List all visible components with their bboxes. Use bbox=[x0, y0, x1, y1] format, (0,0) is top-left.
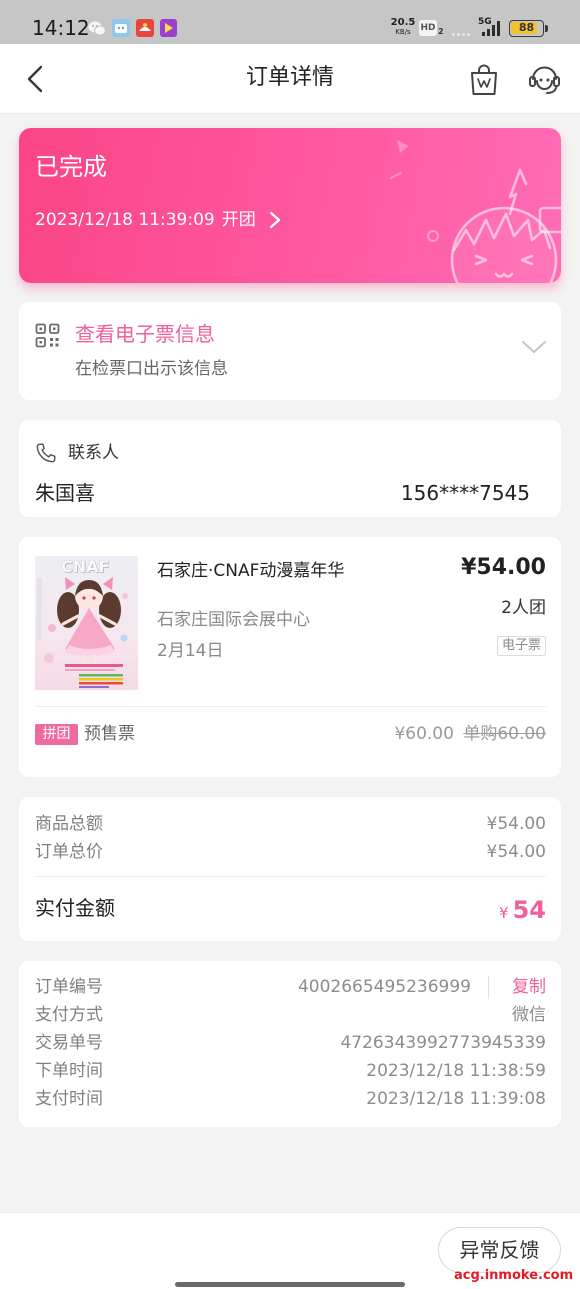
hd-sim-number: 2 bbox=[438, 27, 444, 36]
battery-icon: 88 bbox=[509, 20, 544, 37]
mascot-illustration bbox=[450, 168, 561, 283]
goods-total-label: 商品总额 bbox=[35, 814, 103, 834]
event-poster: CNAF bbox=[35, 556, 138, 690]
paid-amount-label: 实付金额 bbox=[35, 896, 115, 920]
e-ticket-hint: 在检票口出示该信息 bbox=[75, 359, 228, 379]
summary-row-order-total: 订单总价 ¥54.00 bbox=[19, 841, 561, 863]
order-info-row-payment-method: 支付方式 微信 bbox=[19, 1004, 561, 1026]
order-info-row-order-number: 订单编号 4002665495236999 复制 bbox=[19, 976, 561, 999]
divider bbox=[35, 706, 546, 707]
home-indicator[interactable] bbox=[175, 1282, 405, 1287]
poster-artwork bbox=[35, 556, 138, 690]
order-number-label: 订单编号 bbox=[35, 977, 103, 997]
chevron-right-icon bbox=[269, 211, 280, 229]
order-info-row-payment-time: 支付时间 2023/12/18 11:39:08 bbox=[19, 1088, 561, 1110]
nav-header: 订单详情 bbox=[0, 44, 580, 114]
wechat-icon bbox=[88, 21, 106, 36]
ticket-type-badge: 电子票 bbox=[496, 636, 546, 656]
group-open-time-link[interactable]: 2023/12/18 11:39:09 开团 bbox=[35, 209, 282, 231]
transaction-number-value: 4726343992773945339 bbox=[340, 1033, 546, 1053]
copy-separator bbox=[488, 976, 489, 999]
copy-button[interactable]: 复制 bbox=[512, 976, 546, 998]
e-ticket-title: 查看电子票信息 bbox=[75, 322, 215, 346]
network-type: 5G bbox=[478, 17, 492, 27]
event-venue: 石家庄国际会展中心 bbox=[157, 610, 310, 630]
battery-tip bbox=[545, 25, 548, 32]
order-status-card: 已完成 2023/12/18 11:39:09 开团 bbox=[19, 128, 561, 283]
single-buy-price: 单购60.00 bbox=[463, 724, 546, 744]
product-card[interactable]: CNAF 石家庄·CNAF动漫嘉年华 ¥54.00 2人团 石家庄国际会展中心 … bbox=[19, 537, 561, 777]
order-total-label: 订单总价 bbox=[35, 842, 103, 862]
summary-row-goods-total: 商品总额 ¥54.00 bbox=[19, 813, 561, 835]
payment-time-label: 支付时间 bbox=[35, 1089, 103, 1109]
app-icon-purple bbox=[160, 19, 177, 37]
order-time-label: 下单时间 bbox=[35, 1061, 103, 1081]
phone-icon bbox=[36, 443, 56, 463]
paid-amount: ¥ 54 bbox=[499, 895, 546, 925]
app-icon-red bbox=[136, 19, 154, 37]
payment-method-value: 微信 bbox=[512, 1005, 546, 1025]
feedback-button[interactable]: 异常反馈 bbox=[438, 1227, 561, 1273]
payment-time-value: 2023/12/18 11:39:08 bbox=[366, 1089, 546, 1109]
event-date: 2月14日 bbox=[157, 641, 224, 661]
shopping-bag-icon[interactable] bbox=[468, 63, 500, 96]
order-status: 已完成 bbox=[35, 153, 107, 181]
payment-method-label: 支付方式 bbox=[35, 1005, 103, 1025]
order-info-card: 订单编号 4002665495236999 复制 支付方式 微信 交易单号 47… bbox=[19, 961, 561, 1127]
ticket-price-row: ¥60.00 单购60.00 bbox=[394, 723, 546, 745]
status-time: 14:12 bbox=[32, 16, 90, 40]
contact-phone: 156****7545 bbox=[400, 481, 530, 505]
qr-code-icon bbox=[35, 323, 60, 348]
watermark: acg.inmoke.com bbox=[454, 1268, 574, 1283]
group-open-time: 2023/12/18 11:39:09 bbox=[35, 210, 215, 230]
group-size: 2人团 bbox=[501, 598, 546, 618]
group-open-label: 开团 bbox=[221, 210, 256, 230]
goods-total-value: ¥54.00 bbox=[486, 814, 546, 834]
poster-logo-text: CNAF bbox=[61, 557, 110, 576]
app-icon-blue bbox=[112, 19, 130, 37]
ticket-price: ¥60.00 bbox=[394, 724, 454, 744]
divider bbox=[35, 876, 546, 877]
order-info-row-order-time: 下单时间 2023/12/18 11:38:59 bbox=[19, 1060, 561, 1082]
network-speed-unit: KB/s bbox=[395, 28, 411, 36]
e-ticket-card[interactable]: 查看电子票信息 在检票口出示该信息 bbox=[19, 302, 561, 400]
customer-service-icon[interactable] bbox=[527, 63, 562, 96]
status-bar: 14:12 20.5 KB/s HD 2 5G 88 bbox=[0, 0, 580, 44]
contact-name: 朱国喜 bbox=[35, 481, 95, 505]
price-summary-card: 商品总额 ¥54.00 订单总价 ¥54.00 实付金额 ¥ 54 bbox=[19, 797, 561, 941]
order-total-value: ¥54.00 bbox=[486, 842, 546, 862]
order-number-value: 4002665495236999 bbox=[297, 977, 471, 997]
contact-card: 联系人 朱国喜 156****7545 bbox=[19, 420, 561, 517]
network-speed: 20.5 bbox=[390, 17, 416, 28]
paid-amount-value: 54 bbox=[512, 896, 546, 924]
group-buy-tag: 拼团 bbox=[35, 724, 78, 745]
ticket-name: 预售票 bbox=[84, 724, 135, 744]
product-price: ¥54.00 bbox=[461, 555, 546, 580]
transaction-number-label: 交易单号 bbox=[35, 1033, 103, 1053]
hd-voice-badge: HD bbox=[419, 20, 437, 36]
battery-level: 88 bbox=[518, 21, 535, 34]
order-time-value: 2023/12/18 11:38:59 bbox=[366, 1061, 546, 1081]
paid-currency: ¥ bbox=[499, 904, 509, 922]
order-info-row-transaction-number: 交易单号 4726343992773945339 bbox=[19, 1032, 561, 1054]
product-title: 石家庄·CNAF动漫嘉年华 bbox=[157, 561, 345, 581]
chevron-down-icon[interactable] bbox=[521, 339, 547, 355]
contact-label: 联系人 bbox=[68, 443, 119, 463]
